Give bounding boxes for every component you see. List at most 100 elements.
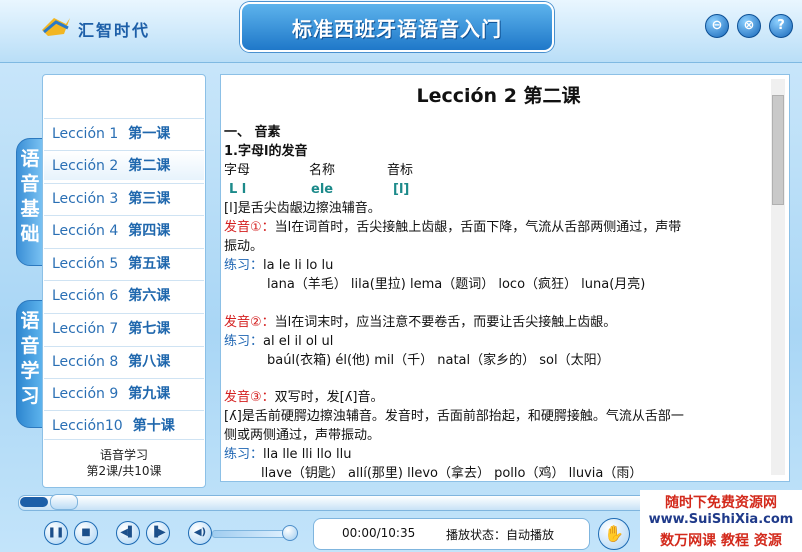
practice-1: 练习：la le li lo lu	[224, 256, 333, 275]
lesson-label: Lección 9	[52, 386, 119, 402]
lesson-cn-label: 第六课	[128, 288, 171, 304]
minimize-button[interactable]: ⊖	[705, 14, 729, 38]
letter-value: L l	[229, 182, 247, 197]
pronunciation-1-cont: 振动。	[224, 239, 264, 254]
practice-label: 练习：	[224, 447, 264, 462]
volume-slider[interactable]	[212, 530, 292, 538]
playback-state: 播放状态：自动播放	[446, 528, 555, 542]
letter-sound-value: [l]	[393, 182, 410, 197]
practice-2-words: baúl(衣箱) él(他) mil（千） natal（家乡的） sol（太阳）	[267, 353, 610, 368]
lesson-label: Lección 1	[52, 126, 119, 142]
title-tab: 标准西班牙语语音入门	[240, 2, 554, 52]
watermark-line-2: www.SuiShiXia.com	[648, 512, 794, 527]
lesson-cn-label: 第一课	[128, 126, 171, 142]
stop-icon: ■	[81, 527, 91, 538]
column-header-sound: 音标	[387, 163, 414, 178]
next-button[interactable]: ▐▶	[146, 521, 170, 545]
pause-icon: ❚❚	[47, 527, 65, 538]
previous-button[interactable]: ◀▌	[116, 521, 140, 545]
next-icon: ▐▶	[150, 527, 166, 538]
lesson-cn-label: 第四课	[128, 223, 171, 239]
progress-knob[interactable]	[50, 494, 78, 510]
column-header-letter: 字母	[224, 163, 251, 178]
tab-phonetics-study-label: 语音学习	[20, 310, 40, 407]
lesson-cn-label: 第三课	[128, 191, 171, 207]
lesson-item-5[interactable]: Lección 5 第五课	[44, 248, 204, 278]
volume-button[interactable]: ◀)	[188, 521, 212, 545]
seek-back-icon[interactable]	[20, 497, 48, 507]
pronunciation-1: 发音①：当l在词首时，舌尖接触上齿龈，舌面下降，气流从舌部两侧通过，声带	[224, 218, 681, 237]
stop-button[interactable]: ■	[74, 521, 98, 545]
playback-time: 00:00/10:35	[342, 526, 416, 540]
practice-1-syllables: la le li lo lu	[263, 258, 334, 273]
volume-slider-knob[interactable]	[282, 525, 298, 541]
lesson-cn-label: 第二课	[128, 158, 171, 174]
pronunciation-1-text: 当l在词首时，舌尖接触上齿龈，舌面下降，气流从舌部两侧通过，声带	[274, 220, 682, 235]
pronunciation-1-label: 发音①：	[224, 220, 275, 235]
lesson-label: Lección 5	[52, 256, 119, 272]
speaker-icon: ◀)	[193, 527, 207, 538]
lesson-item-1[interactable]: Lección 1 第一课	[44, 118, 204, 148]
content-scroll-thumb[interactable]	[772, 95, 784, 205]
playback-info: 00:00/10:35 播放状态：自动播放	[313, 518, 590, 550]
previous-icon: ◀▌	[120, 527, 136, 538]
app-name: 汇智时代	[78, 21, 151, 40]
lesson-cn-label: 第七课	[128, 321, 171, 337]
practice-2-syllables: al el il ol ul	[263, 334, 334, 349]
page-title: 标准西班牙语语音入门	[292, 17, 502, 41]
lesson-item-2[interactable]: Lección 2 第二课	[44, 150, 204, 180]
lesson-status: 语音学习 第2课/共10课	[44, 447, 204, 479]
practice-1-words: lana（羊毛） lila(里拉) lema（题词） loco（疯狂） luna…	[267, 277, 646, 292]
lesson-label: Lección 7	[52, 321, 119, 337]
lesson-item-9[interactable]: Lección 9 第九课	[44, 378, 204, 408]
lesson-label: Lección 8	[52, 354, 119, 370]
practice-3-words: llave（钥匙） allí(那里) llevo（拿去） pollo（鸡） ll…	[261, 466, 643, 481]
watermark-line-1: 随时下免费资源网	[665, 495, 777, 511]
lesson-item-8[interactable]: Lección 8 第八课	[44, 346, 204, 376]
pronunciation-2-text: 当l在词末时，应当注意不要卷舌，而要让舌尖接触上齿龈。	[274, 315, 617, 330]
practice-3-syllables: lla lle lli llo llu	[263, 447, 352, 462]
column-header-name: 名称	[309, 163, 336, 178]
section-heading: 一、 音素	[224, 125, 281, 140]
lesson-status-mode: 语音学习	[99, 448, 148, 462]
hand-icon: ✋	[604, 524, 624, 543]
subsection-heading: 1.字母l的发音	[224, 144, 308, 159]
practice-3: 练习：lla lle lli llo llu	[224, 445, 351, 464]
pronunciation-3-desc-cont: 侧或两侧通过，声带振动。	[224, 428, 381, 443]
practice-2: 练习：al el il ol ul	[224, 332, 333, 351]
hand-button[interactable]: ✋	[598, 518, 630, 550]
lesson-item-3[interactable]: Lección 3 第三课	[44, 183, 204, 213]
help-button[interactable]: ?	[769, 14, 793, 38]
pronunciation-3-label: 发音③：	[224, 390, 275, 405]
lesson-item-4[interactable]: Lección 4 第四课	[44, 215, 204, 245]
lesson-status-progress: 第2课/共10课	[86, 464, 162, 478]
lesson-label: Lección10	[52, 418, 123, 434]
tab-phonetics-basics-label: 语音基础	[20, 148, 40, 245]
tab-phonetics-basics[interactable]: 语音基础	[16, 138, 44, 266]
pause-button[interactable]: ❚❚	[44, 521, 68, 545]
watermark-line-3: 数万网课 教程 资源	[660, 533, 782, 549]
lesson-label: Lección 3	[52, 191, 119, 207]
lesson-label: Lección 6	[52, 288, 119, 304]
lesson-label: Lección 2	[52, 158, 119, 174]
lesson-item-6[interactable]: Lección 6 第六课	[44, 280, 204, 310]
pronunciation-2: 发音②：当l在词末时，应当注意不要卷舌，而要让舌尖接触上齿龈。	[224, 313, 616, 332]
letter-name-value: ele	[311, 182, 334, 197]
sound-description: [l]是舌尖齿龈边擦浊辅音。	[224, 201, 381, 216]
pronunciation-3-desc: [ʎ]是舌前硬腭边擦浊辅音。发音时，舌面前部抬起，和硬腭接触。气流从舌部一	[224, 409, 684, 424]
lesson-cn-label: 第五课	[128, 256, 171, 272]
lesson-content: Lección 2 第二课 一、 音素 1.字母l的发音 字母 名称 音标 L …	[220, 74, 790, 482]
lesson-title: Lección 2 第二课	[416, 85, 581, 107]
lesson-cn-label: 第八课	[128, 354, 171, 370]
practice-label: 练习：	[224, 258, 264, 273]
lesson-item-10[interactable]: Lección10 第十课	[44, 410, 204, 440]
tab-phonetics-study[interactable]: 语音学习	[16, 300, 44, 428]
pronunciation-3-text: 双写时，发[ʎ]音。	[274, 390, 384, 405]
pronunciation-3: 发音③：双写时，发[ʎ]音。	[224, 388, 384, 407]
watermark: 随时下免费资源网 www.SuiShiXia.com 数万网课 教程 资源	[640, 490, 802, 552]
close-button[interactable]: ⊗	[737, 14, 761, 38]
lesson-cn-label: 第十课	[132, 418, 175, 434]
lesson-cn-label: 第九课	[128, 386, 171, 402]
practice-label: 练习：	[224, 334, 264, 349]
lesson-item-7[interactable]: Lección 7 第七课	[44, 313, 204, 343]
